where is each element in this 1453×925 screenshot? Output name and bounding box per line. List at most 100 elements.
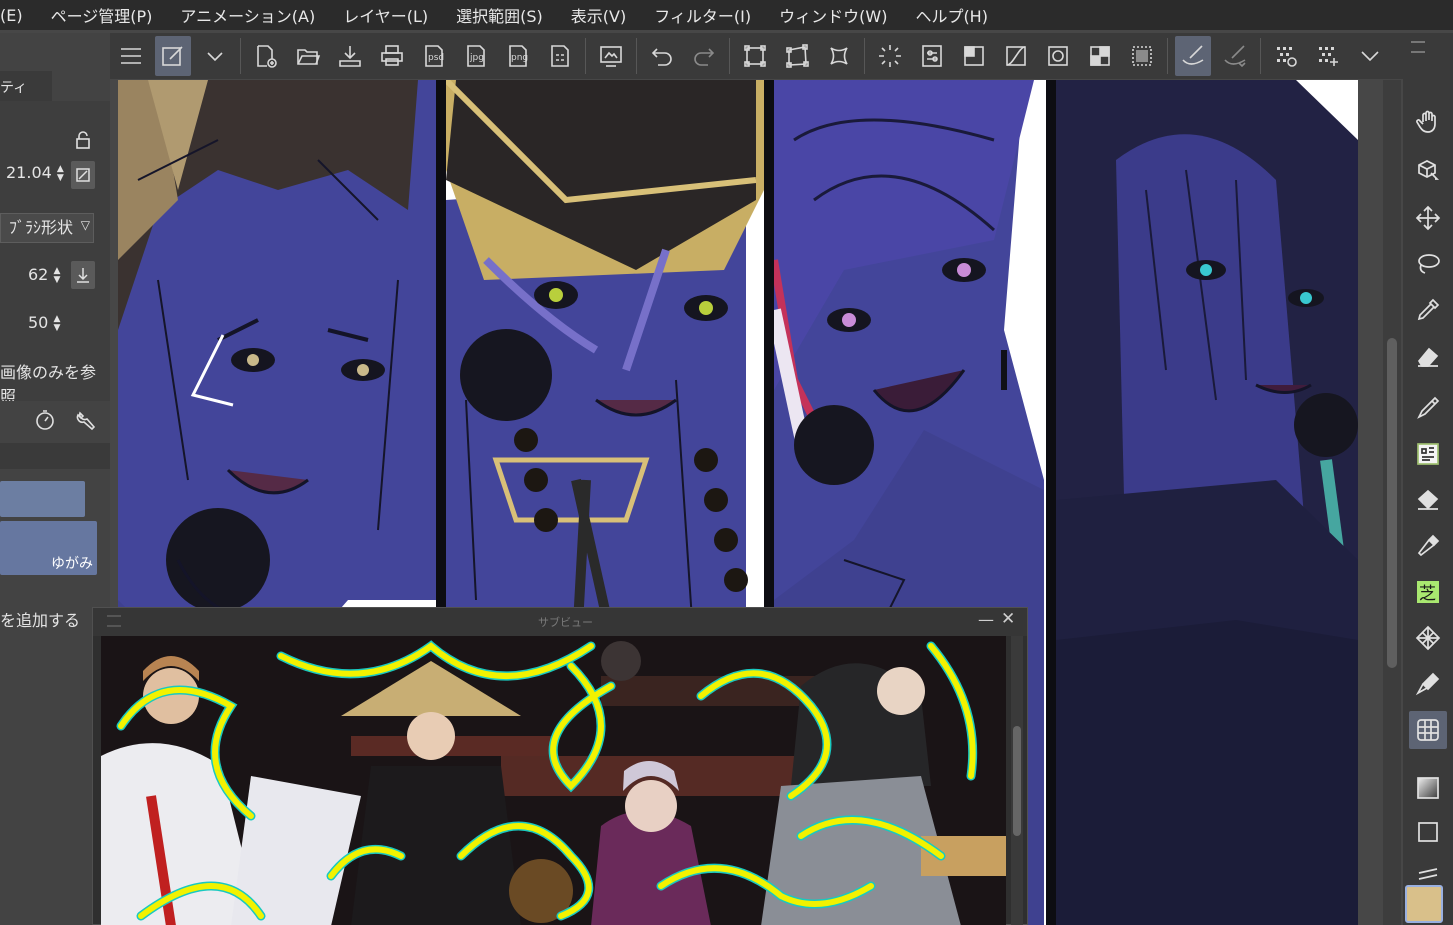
hue-saturation-icon[interactable] bbox=[1040, 36, 1076, 76]
opacity-value: 62 bbox=[28, 265, 49, 284]
export-jpg-icon[interactable]: jpg bbox=[458, 36, 494, 76]
print-icon[interactable] bbox=[374, 36, 410, 76]
undo-icon[interactable] bbox=[644, 36, 680, 76]
tone-correction-icon[interactable] bbox=[914, 36, 950, 76]
menu-animation[interactable]: アニメーション(A) bbox=[166, 3, 329, 27]
free-transform-icon[interactable] bbox=[779, 36, 815, 76]
spinner-icon[interactable]: ▲ ▼ bbox=[53, 314, 65, 333]
svg-text:jpg: jpg bbox=[469, 53, 484, 63]
scrollbar-thumb[interactable] bbox=[1013, 726, 1021, 836]
menu-edit[interactable]: (E) bbox=[0, 6, 37, 25]
gradient-map-icon[interactable] bbox=[956, 36, 992, 76]
panel-tab[interactable]: ティ bbox=[0, 71, 52, 101]
open-folder-icon[interactable] bbox=[290, 36, 326, 76]
lasso-icon[interactable] bbox=[1409, 245, 1447, 283]
sub-view-window: サブビュー — ✕ bbox=[92, 607, 1028, 925]
tone-curve-icon[interactable] bbox=[998, 36, 1034, 76]
brush-swatch[interactable] bbox=[0, 481, 85, 517]
separator bbox=[729, 38, 730, 74]
reference-image[interactable] bbox=[101, 636, 1006, 925]
menu-window[interactable]: ウィンドウ(W) bbox=[765, 3, 901, 27]
save-icon[interactable] bbox=[332, 36, 368, 76]
menu-bar: (E) ページ管理(P) アニメーション(A) レイヤー(L) 選択範囲(S) … bbox=[0, 0, 1453, 30]
export-settings-icon[interactable] bbox=[542, 36, 578, 76]
panel-border bbox=[1046, 80, 1056, 925]
mesh-transform-icon[interactable] bbox=[821, 36, 857, 76]
menu-icon[interactable] bbox=[113, 36, 149, 76]
menu-view[interactable]: 表示(V) bbox=[557, 3, 640, 27]
pen-icon[interactable] bbox=[1409, 389, 1447, 427]
density-value: 50 bbox=[28, 313, 49, 332]
menu-filter[interactable]: フィルター(I) bbox=[640, 3, 765, 27]
lock-icon[interactable] bbox=[74, 131, 92, 149]
download-icon[interactable] bbox=[71, 261, 95, 289]
separator bbox=[636, 38, 637, 74]
menu-layer[interactable]: レイヤー(L) bbox=[329, 3, 442, 27]
hand-icon[interactable] bbox=[1409, 103, 1447, 141]
redo-icon[interactable] bbox=[686, 36, 722, 76]
select-all-icon[interactable] bbox=[1124, 36, 1160, 76]
menu-selection[interactable]: 選択範囲(S) bbox=[442, 3, 557, 27]
eyedropper-icon[interactable] bbox=[1409, 291, 1447, 329]
comic-panel-4 bbox=[1056, 80, 1358, 925]
airbrush-icon[interactable] bbox=[1409, 527, 1447, 565]
move-icon[interactable] bbox=[1409, 199, 1447, 237]
object-icon[interactable] bbox=[1409, 151, 1447, 189]
tool-palette: 芝 bbox=[1403, 33, 1453, 925]
palette-menu-icon[interactable] bbox=[1411, 41, 1425, 53]
scrollbar-thumb[interactable] bbox=[1387, 338, 1397, 668]
menu-help[interactable]: ヘルプ(H) bbox=[901, 3, 1002, 27]
brush-size-field[interactable]: 21.04 ▲ ▼ bbox=[6, 163, 116, 183]
spinner-icon[interactable]: ▲ ▼ bbox=[57, 164, 69, 183]
svg-text:png: png bbox=[511, 53, 528, 63]
gradient-icon[interactable] bbox=[1409, 769, 1447, 807]
fill-icon[interactable] bbox=[1409, 481, 1447, 519]
minimize-icon[interactable]: — bbox=[978, 610, 994, 629]
svg-text:psd: psd bbox=[428, 53, 444, 63]
svg-text:芝: 芝 bbox=[1419, 584, 1436, 604]
menu-page[interactable]: ページ管理(P) bbox=[37, 3, 167, 27]
transform-icon[interactable] bbox=[737, 36, 773, 76]
export-psd-icon[interactable]: psd bbox=[416, 36, 452, 76]
canvas-vertical-scrollbar[interactable] bbox=[1383, 80, 1401, 925]
draw-brush-icon[interactable] bbox=[1175, 36, 1211, 76]
pattern-icon[interactable] bbox=[1409, 619, 1447, 657]
eraser-icon[interactable] bbox=[1409, 337, 1447, 375]
add-transparency-icon[interactable] bbox=[1310, 36, 1346, 76]
wrench-icon[interactable] bbox=[76, 409, 98, 431]
close-icon[interactable]: ✕ bbox=[1001, 609, 1015, 629]
new-file-icon[interactable] bbox=[248, 36, 284, 76]
add-subtool-link[interactable]: を追加する bbox=[0, 607, 80, 631]
distort-label: ゆがみ bbox=[51, 556, 93, 572]
custom-brush-icon[interactable] bbox=[1409, 435, 1447, 473]
main-color-swatch[interactable] bbox=[1405, 885, 1443, 923]
brush-shape-dropdown[interactable]: ﾌﾞﾗｼ形状 ▽ bbox=[0, 213, 94, 243]
sub-tool-header bbox=[0, 443, 110, 469]
grip-icon[interactable] bbox=[107, 615, 121, 627]
binarize-icon[interactable] bbox=[1082, 36, 1118, 76]
sub-view-title: サブビュー bbox=[538, 616, 593, 629]
show-transparency-icon[interactable] bbox=[1268, 36, 1304, 76]
brush-size-value: 21.04 bbox=[6, 163, 52, 182]
pressure-toggle-icon[interactable] bbox=[71, 161, 95, 189]
chevron-down-icon[interactable] bbox=[1352, 36, 1388, 76]
distort-brush-swatch[interactable]: ゆがみ bbox=[0, 521, 97, 575]
chevron-down-icon: ▽ bbox=[80, 218, 90, 232]
screen-capture-icon[interactable] bbox=[593, 36, 629, 76]
timer-icon[interactable] bbox=[34, 409, 56, 431]
reference-label[interactable]: 画像のみを参照 bbox=[0, 359, 110, 407]
canvas-tool-icon[interactable] bbox=[155, 36, 191, 76]
frame-icon[interactable] bbox=[1409, 711, 1447, 749]
brush-settings-icon[interactable] bbox=[1217, 36, 1253, 76]
rectangle-icon[interactable] bbox=[1409, 813, 1447, 851]
clear-selection-icon[interactable] bbox=[872, 36, 908, 76]
sub-view-title-bar[interactable]: サブビュー — ✕ bbox=[93, 608, 1027, 636]
separator bbox=[585, 38, 586, 74]
marker-icon[interactable] bbox=[1409, 665, 1447, 703]
sub-view-scrollbar[interactable] bbox=[1011, 636, 1023, 925]
chevron-down-icon[interactable] bbox=[197, 36, 233, 76]
shiba-icon[interactable]: 芝 bbox=[1409, 573, 1447, 611]
export-png-icon[interactable]: png bbox=[500, 36, 536, 76]
spinner-icon[interactable]: ▲ ▼ bbox=[53, 266, 65, 285]
separator bbox=[864, 38, 865, 74]
